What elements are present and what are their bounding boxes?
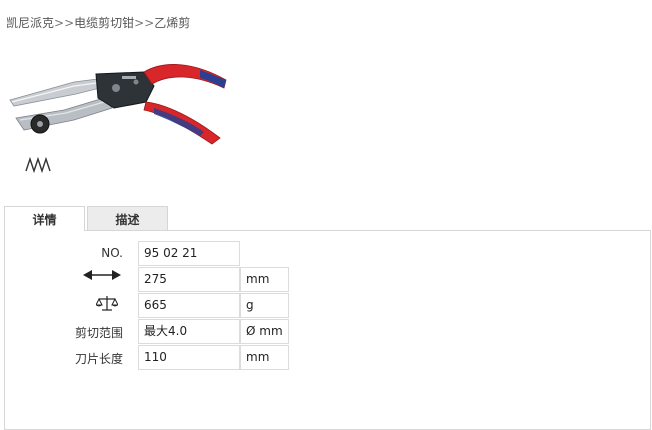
spec-label-number: NO. [101, 246, 123, 260]
spec-value-cutting-range: 最大4.0 [138, 319, 240, 344]
spec-label-blade-length: 刀片长度 [74, 352, 123, 366]
weight-scale-icon [96, 296, 118, 311]
breadcrumb-separator: >> [54, 16, 75, 30]
length-arrow-icon [83, 270, 121, 280]
breadcrumb-item-brand[interactable]: 凯尼派克 [6, 16, 54, 30]
product-image [9, 64, 227, 145]
spec-unit-cutting-range: Ø mm [240, 319, 289, 344]
spec-label-cutting-range: 剪切范围 [74, 326, 123, 340]
breadcrumb-separator: >> [134, 16, 155, 30]
spec-value-blade-length: 110 [138, 345, 240, 370]
spec-value-length: 275 [138, 267, 240, 292]
breadcrumb-item-category[interactable]: 电缆剪切钳 [74, 16, 134, 30]
spec-value-weight: 665 [138, 293, 240, 318]
tab-bar: 详情 描述 [4, 206, 168, 231]
spec-unit-blade-length: mm [240, 345, 289, 370]
spec-value-number: 95 02 21 [138, 241, 240, 266]
breadcrumb-item-product[interactable]: 乙烯剪 [154, 16, 190, 30]
tab-details[interactable]: 详情 [4, 206, 85, 231]
breadcrumb: 凯尼派克>>电缆剪切钳>>乙烯剪 [6, 14, 190, 31]
spring-icon [25, 157, 51, 173]
details-panel: NO. 95 02 21 275 mm 665 g 剪切范围 最大4.0 Ø m… [4, 230, 651, 430]
spec-unit-weight: g [240, 293, 289, 318]
spec-unit-length: mm [240, 267, 289, 292]
tab-description[interactable]: 描述 [87, 206, 168, 230]
